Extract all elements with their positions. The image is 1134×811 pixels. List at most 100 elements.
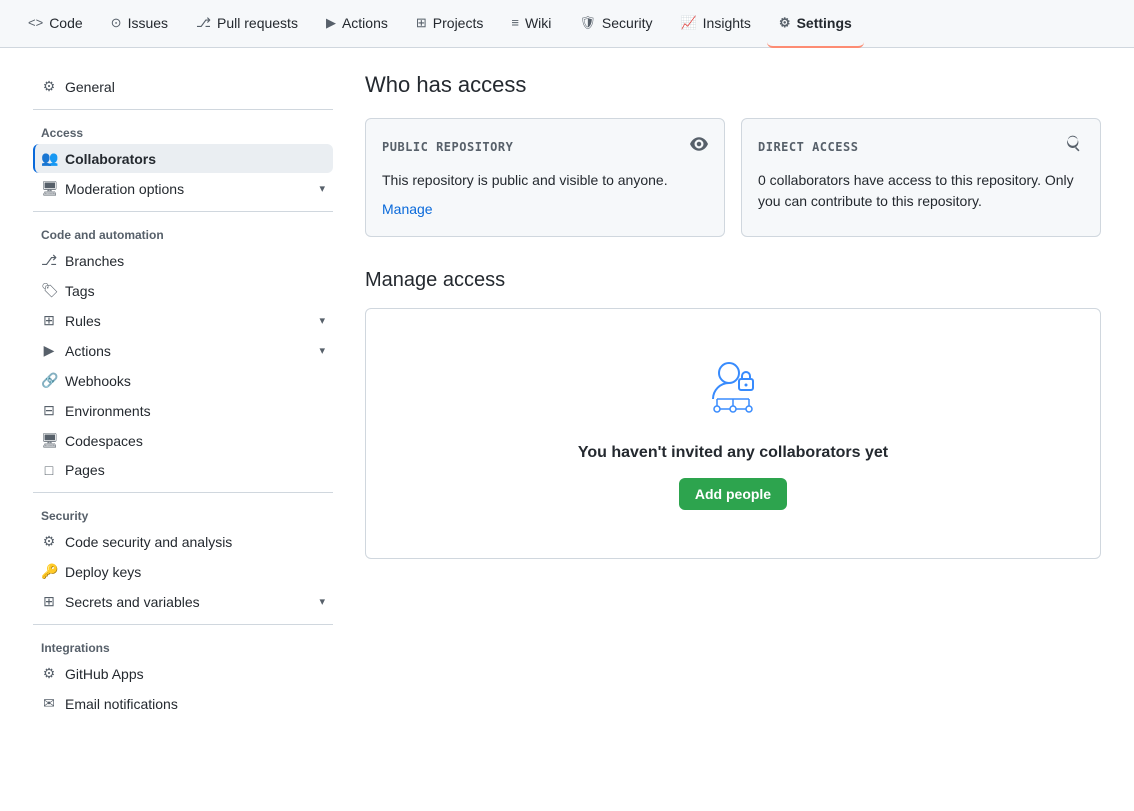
sidebar-item-codespaces[interactable]: 🖥 Codespaces	[33, 426, 333, 455]
sidebar-tags-label: Tags	[65, 283, 95, 299]
nav-projects-label: Projects	[433, 15, 484, 31]
divider-3	[33, 492, 333, 493]
sidebar-moderation-label: Moderation options	[65, 181, 184, 197]
sidebar-security-section: Security	[33, 501, 333, 527]
actions-icon: ▶	[326, 15, 336, 31]
direct-access-card: DIRECT ACCESS 0 collaborators have acces…	[741, 118, 1101, 237]
general-icon: ⚙	[41, 78, 57, 95]
wiki-icon: ≡	[511, 15, 519, 30]
sidebar-rules-label: Rules	[65, 313, 101, 329]
sidebar-webhooks-label: Webhooks	[65, 373, 131, 389]
direct-access-text: 0 collaborators have access to this repo…	[758, 170, 1084, 212]
environments-icon: ⊟	[41, 402, 57, 419]
nav-actions-label: Actions	[342, 15, 388, 31]
eye-icon	[690, 135, 708, 158]
actions-sidebar-icon: ▶	[41, 342, 57, 359]
public-repo-card: PUBLIC REPOSITORY This repository is pub…	[365, 118, 725, 237]
security-icon: 🛡	[579, 15, 596, 31]
nav-security[interactable]: 🛡 Security	[567, 0, 664, 48]
main-content: Who has access PUBLIC REPOSITORY This re…	[365, 72, 1101, 719]
nav-settings[interactable]: ⚙ Settings	[767, 0, 864, 48]
nav-code[interactable]: <> Code	[16, 0, 95, 48]
page-layout: ⚙ General Access 👥 Collaborators 🖥 Moder…	[17, 48, 1117, 743]
add-people-button[interactable]: Add people	[679, 478, 787, 510]
sidebar-deploy-keys-label: Deploy keys	[65, 564, 141, 580]
github-apps-icon: ⚙	[41, 665, 57, 682]
nav-issues[interactable]: ⊙ Issues	[99, 0, 180, 48]
nav-pull-requests[interactable]: ⎇ Pull requests	[184, 0, 310, 48]
sidebar-item-moderation[interactable]: 🖥 Moderation options ▾	[33, 174, 333, 203]
issues-icon: ⊙	[111, 15, 122, 31]
nav-security-label: Security	[602, 15, 653, 31]
direct-access-label: DIRECT ACCESS	[758, 140, 858, 154]
nav-wiki[interactable]: ≡ Wiki	[499, 0, 563, 48]
divider-4	[33, 624, 333, 625]
nav-projects[interactable]: ⊞ Projects	[404, 0, 495, 48]
sidebar-pages-label: Pages	[65, 462, 105, 478]
sidebar-codespaces-label: Codespaces	[65, 433, 143, 449]
manage-link[interactable]: Manage	[382, 201, 433, 217]
secrets-icon: ⊞	[41, 593, 57, 610]
sidebar-item-github-apps[interactable]: ⚙ GitHub Apps	[33, 659, 333, 688]
sidebar-item-branches[interactable]: ⎇ Branches	[33, 246, 333, 275]
sidebar-actions-label: Actions	[65, 343, 111, 359]
sidebar-email-notifications-label: Email notifications	[65, 696, 178, 712]
secrets-chevron: ▾	[319, 595, 325, 608]
sidebar: ⚙ General Access 👥 Collaborators 🖥 Moder…	[33, 72, 333, 719]
sidebar-branches-label: Branches	[65, 253, 124, 269]
public-repo-label: PUBLIC REPOSITORY	[382, 140, 513, 154]
insights-icon: 📈	[680, 15, 696, 31]
nav-code-label: Code	[49, 15, 82, 31]
nav-settings-label: Settings	[797, 15, 852, 31]
sidebar-secrets-label: Secrets and variables	[65, 594, 200, 610]
rules-chevron: ▾	[319, 314, 325, 327]
branches-icon: ⎇	[41, 252, 57, 269]
nav-insights[interactable]: 📈 Insights	[668, 0, 762, 48]
actions-chevron: ▾	[319, 344, 325, 357]
sidebar-code-security-label: Code security and analysis	[65, 534, 232, 550]
nav-insights-label: Insights	[703, 15, 751, 31]
nav-wiki-label: Wiki	[525, 15, 551, 31]
sidebar-item-environments[interactable]: ⊟ Environments	[33, 396, 333, 425]
pages-icon: □	[41, 462, 57, 478]
sidebar-item-email-notifications[interactable]: ✉ Email notifications	[33, 689, 333, 718]
sidebar-access-section: Access	[33, 118, 333, 144]
sidebar-item-tags[interactable]: 🏷 Tags	[33, 276, 333, 305]
public-repo-text: This repository is public and visible to…	[382, 170, 708, 191]
manage-access-box: You haven't invited any collaborators ye…	[365, 308, 1101, 559]
sidebar-general-label: General	[65, 79, 115, 95]
collaborators-icon: 👥	[41, 150, 57, 167]
sidebar-item-secrets[interactable]: ⊞ Secrets and variables ▾	[33, 587, 333, 616]
sidebar-item-general[interactable]: ⚙ General	[33, 72, 333, 101]
sidebar-collaborators-label: Collaborators	[65, 151, 156, 167]
top-nav: <> Code ⊙ Issues ⎇ Pull requests ▶ Actio…	[0, 0, 1134, 48]
sidebar-environments-label: Environments	[65, 403, 151, 419]
codespaces-icon: 🖥	[41, 432, 57, 449]
pull-requests-icon: ⎇	[196, 15, 211, 31]
access-cards: PUBLIC REPOSITORY This repository is pub…	[365, 118, 1101, 237]
webhooks-icon: 🔗	[41, 372, 57, 389]
divider-1	[33, 109, 333, 110]
sidebar-item-pages[interactable]: □ Pages	[33, 456, 333, 484]
page-title: Who has access	[365, 72, 1101, 98]
nav-issues-label: Issues	[128, 15, 168, 31]
code-security-icon: ⚙	[41, 533, 57, 550]
sidebar-item-code-security[interactable]: ⚙ Code security and analysis	[33, 527, 333, 556]
sidebar-github-apps-label: GitHub Apps	[65, 666, 144, 682]
sidebar-item-webhooks[interactable]: 🔗 Webhooks	[33, 366, 333, 395]
tags-icon: 🏷	[41, 282, 57, 299]
email-notifications-icon: ✉	[41, 695, 57, 712]
rules-icon: ⊞	[41, 312, 57, 329]
sidebar-item-actions[interactable]: ▶ Actions ▾	[33, 336, 333, 365]
deploy-keys-icon: 🔑	[41, 563, 57, 580]
sidebar-item-deploy-keys[interactable]: 🔑 Deploy keys	[33, 557, 333, 586]
sidebar-item-collaborators[interactable]: 👥 Collaborators	[33, 144, 333, 173]
collab-illustration	[693, 357, 773, 420]
nav-pull-requests-label: Pull requests	[217, 15, 298, 31]
divider-2	[33, 211, 333, 212]
no-collabs-text: You haven't invited any collaborators ye…	[578, 444, 888, 462]
nav-actions[interactable]: ▶ Actions	[314, 0, 400, 48]
sidebar-item-rules[interactable]: ⊞ Rules ▾	[33, 306, 333, 335]
settings-icon: ⚙	[779, 15, 791, 31]
code-icon: <>	[28, 15, 43, 30]
